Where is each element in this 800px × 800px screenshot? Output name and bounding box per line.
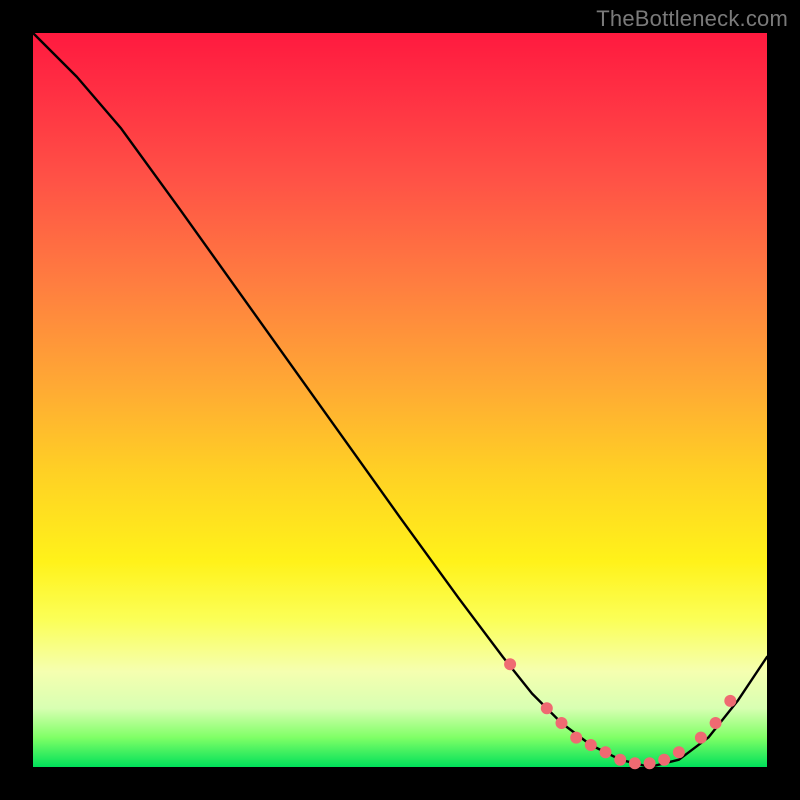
- marker-point: [724, 695, 736, 707]
- marker-point: [710, 717, 722, 729]
- marker-point: [658, 754, 670, 766]
- bottleneck-curve: [33, 33, 767, 767]
- marker-point: [614, 754, 626, 766]
- marker-point: [585, 739, 597, 751]
- marker-point: [600, 746, 612, 758]
- marker-point: [695, 732, 707, 744]
- marker-point: [556, 717, 568, 729]
- highlighted-points: [504, 658, 736, 769]
- marker-point: [541, 702, 553, 714]
- marker-point: [673, 746, 685, 758]
- marker-point: [570, 732, 582, 744]
- chart-frame: TheBottleneck.com: [0, 0, 800, 800]
- chart-overlay: [33, 33, 767, 767]
- marker-point: [504, 658, 516, 670]
- marker-point: [644, 757, 656, 769]
- attribution-text: TheBottleneck.com: [596, 6, 788, 32]
- marker-point: [629, 757, 641, 769]
